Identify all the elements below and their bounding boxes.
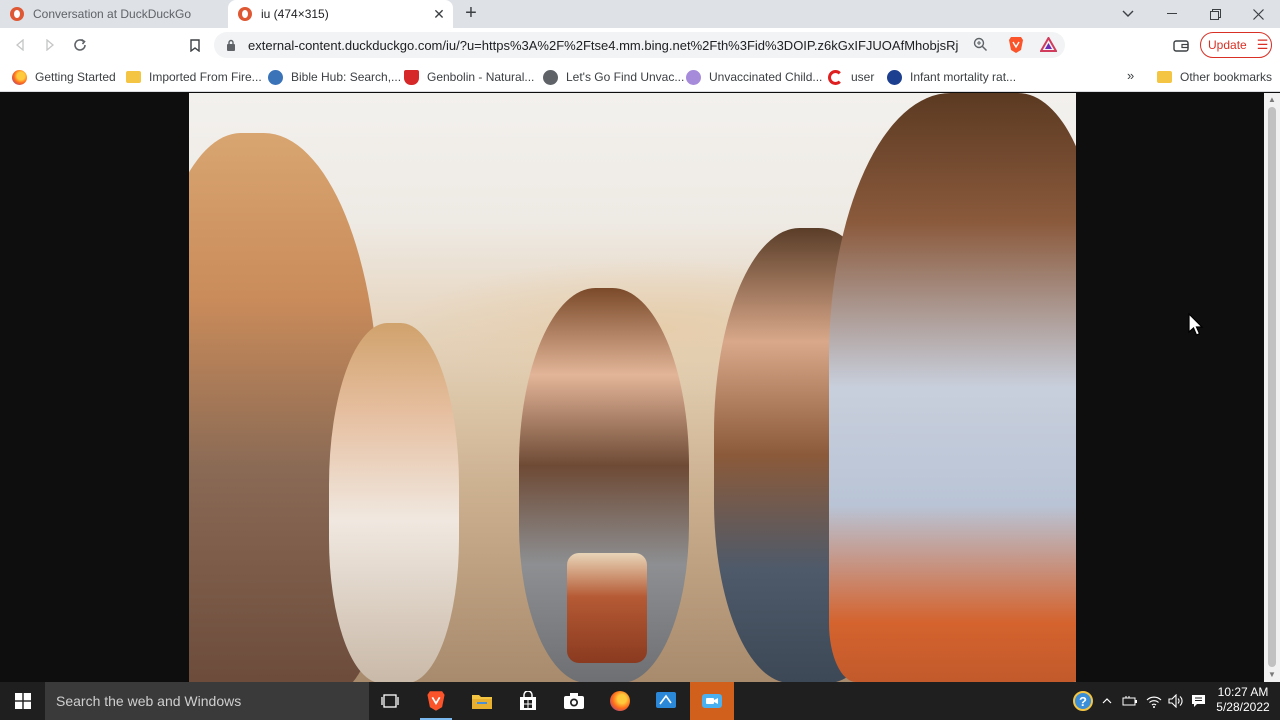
lock-icon[interactable] (224, 38, 238, 52)
person-right-woman (829, 93, 1076, 682)
c-logo-icon (828, 69, 843, 85)
reload-button[interactable] (68, 33, 92, 57)
firefox-icon (610, 691, 630, 711)
minimize-button[interactable] (1150, 0, 1194, 28)
close-window-button[interactable] (1236, 0, 1280, 28)
taskbar-file-explorer[interactable] (460, 682, 504, 720)
bookmark-label: Other bookmarks (1180, 70, 1273, 84)
bookmark-getting-started[interactable]: Getting Started (12, 68, 116, 86)
bookmark-unvaccinated-child[interactable]: Unvaccinated Child... (686, 68, 822, 86)
browser-toolbar: external-content.duckduckgo.com/iu/?u=ht… (0, 28, 1280, 62)
notifications-icon[interactable] (1188, 682, 1208, 720)
bookmark-imported-folder[interactable]: Imported From Fire... (126, 68, 262, 86)
taskbar-camera[interactable] (552, 682, 596, 720)
tab-conversation[interactable]: Conversation at DuckDuckGo (0, 0, 228, 28)
bookmarks-bar: Getting Started Imported From Fire... Bi… (0, 62, 1280, 92)
task-view-icon (381, 694, 399, 708)
taskbar-active-app[interactable] (690, 682, 734, 720)
forward-button[interactable] (38, 33, 62, 57)
menu-icon: ☰ (1256, 37, 1269, 52)
bookmark-label: Let's Go Find Unvac... (566, 70, 685, 84)
page-viewport (0, 93, 1264, 682)
bookmark-label: Getting Started (35, 70, 116, 84)
person-blonde-woman (329, 323, 459, 682)
page-scrollbar[interactable]: ▲ ▼ (1264, 93, 1280, 682)
scroll-up-arrow-icon[interactable]: ▲ (1268, 96, 1276, 104)
bookmark-infant-mortality[interactable]: Infant mortality rat... (887, 68, 1016, 86)
bookmark-user[interactable]: user (828, 68, 874, 86)
new-tab-button[interactable]: + (461, 3, 481, 24)
s-logo-icon (887, 69, 902, 85)
bookmark-label: Unvaccinated Child... (709, 70, 823, 84)
back-button[interactable] (8, 33, 32, 57)
windows-taskbar: Search the web and Windows ? 10:27 AM 5/… (0, 682, 1280, 720)
help-icon[interactable]: ? (1071, 682, 1095, 720)
duckduckgo-favicon-icon (238, 7, 252, 21)
update-button[interactable]: Update ☰ (1200, 32, 1272, 58)
zoom-icon[interactable] (973, 37, 988, 55)
more-bookmarks-chevron-icon[interactable]: » (1127, 68, 1134, 83)
thermos-cup (567, 553, 647, 663)
taskbar-app-blue[interactable] (644, 682, 688, 720)
camera-icon (564, 693, 584, 709)
tab-title: Conversation at DuckDuckGo (33, 7, 192, 21)
bookmark-label: Genbolin - Natural... (427, 70, 535, 84)
bookmark-icon[interactable] (183, 33, 207, 57)
bookmark-label: Bible Hub: Search,... (291, 70, 402, 84)
taskbar-brave[interactable] (414, 682, 458, 720)
wallet-icon[interactable] (1169, 33, 1193, 57)
bookmark-label: user (851, 70, 875, 84)
video-chat-icon (702, 694, 722, 708)
firefox-icon (12, 69, 27, 85)
tab-strip: Conversation at DuckDuckGo iu (474×315) … (0, 0, 1280, 28)
tab-image[interactable]: iu (474×315) ✕ (228, 0, 453, 28)
bookmark-genbolin[interactable]: Genbolin - Natural... (404, 68, 534, 86)
task-view-button[interactable] (368, 682, 412, 720)
friends-beach-photo[interactable] (189, 93, 1076, 682)
scroll-down-arrow-icon[interactable]: ▼ (1268, 671, 1276, 679)
windows-logo-icon (14, 693, 31, 709)
brave-shield-icon[interactable] (1008, 36, 1024, 57)
bookmark-lets-go-find[interactable]: Let's Go Find Unvac... (543, 68, 684, 86)
clock-time: 10:27 AM (1217, 685, 1269, 699)
bookmark-label: Imported From Fire... (149, 70, 262, 84)
mouse-cursor-icon (1188, 313, 1204, 336)
folder-icon (1157, 71, 1172, 83)
update-label: Update (1208, 38, 1247, 52)
store-bag-icon (520, 691, 536, 710)
search-placeholder: Search the web and Windows (56, 693, 242, 709)
taskbar-clock[interactable]: 10:27 AM 5/28/2022 (1210, 685, 1276, 715)
duckduckgo-favicon-icon (10, 7, 24, 21)
other-bookmarks[interactable]: Other bookmarks (1157, 68, 1272, 86)
volume-icon[interactable] (1166, 682, 1186, 720)
remote-desktop-icon (656, 692, 676, 708)
tab-title: iu (474×315) (261, 7, 329, 21)
folder-icon (472, 695, 492, 709)
address-bar[interactable]: external-content.duckduckgo.com/iu/?u=ht… (214, 32, 1065, 58)
globe-icon (543, 69, 558, 85)
wifi-icon[interactable] (1144, 682, 1164, 720)
tab-search-chevron-icon[interactable] (1106, 0, 1150, 28)
battery-icon[interactable] (1120, 682, 1140, 720)
globe-icon (268, 69, 283, 85)
bookmark-label: Infant mortality rat... (910, 70, 1017, 84)
show-hidden-icons-chevron-icon[interactable] (1098, 682, 1116, 720)
taskbar-firefox[interactable] (598, 682, 642, 720)
restore-button[interactable] (1193, 0, 1237, 28)
brave-browser-icon (427, 691, 445, 711)
close-tab-icon[interactable]: ✕ (431, 6, 447, 22)
scroll-thumb[interactable] (1268, 107, 1276, 667)
flask-icon (404, 69, 419, 85)
folder-icon (126, 71, 141, 83)
chat-icon (686, 69, 701, 85)
brave-rewards-icon[interactable] (1039, 35, 1058, 55)
taskbar-search-box[interactable]: Search the web and Windows (45, 682, 369, 720)
taskbar-store[interactable] (506, 682, 550, 720)
start-button[interactable] (0, 682, 45, 720)
bookmark-bible-hub[interactable]: Bible Hub: Search,... (268, 68, 401, 86)
clock-date: 5/28/2022 (1216, 700, 1270, 714)
url-text[interactable]: external-content.duckduckgo.com/iu/?u=ht… (248, 38, 958, 53)
